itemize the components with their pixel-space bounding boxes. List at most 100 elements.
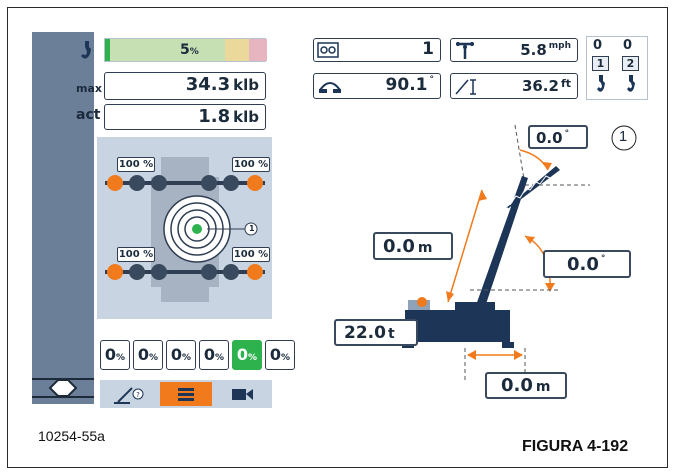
counterweight-box-1[interactable]: 0% (100, 340, 130, 370)
outrigger-percent-front-left: 100 % (117, 157, 155, 172)
diagram-callout-number: 1 (618, 128, 628, 145)
radius-unit: m (535, 379, 551, 395)
boom-length-readout: 0.0 m (383, 236, 432, 257)
boom-length-value: 0.0 (383, 236, 415, 257)
hoist-2-count: 0 (623, 38, 633, 53)
figure-label: FIGURA 4-192 (522, 438, 629, 455)
actual-load-field: 1.8 klb (104, 104, 266, 130)
hoist-2-number: 2 (622, 56, 639, 71)
load-percent-unit: % (189, 47, 199, 57)
list-icon (178, 388, 194, 401)
level-callout-number: 1 (249, 224, 255, 233)
outrigger-pad-rear-left[interactable] (107, 264, 123, 280)
reeving-icon (317, 42, 339, 58)
counterweight-4-unit: % (215, 353, 225, 363)
reeving-value: 1 (422, 39, 434, 59)
counterweight-5-value: 0 (236, 345, 249, 364)
hoist-selector[interactable]: 0 0 1 2 (586, 36, 648, 100)
act-label: act (76, 107, 101, 123)
load-percent-readout: 5% (180, 42, 199, 58)
boom-length-box: 0.0 m (373, 232, 453, 260)
counterweight-mass-unit: t (387, 326, 395, 342)
radius-value: 0.0 (501, 375, 533, 396)
counterweight-mass-box: 22.0 t (334, 319, 418, 346)
counterweight-mass-value: 22.0 (344, 323, 386, 343)
outrigger-pad-front-left[interactable] (107, 175, 123, 191)
counterweight-5-unit: % (248, 353, 258, 363)
hoist-2-hook-icon (627, 75, 635, 92)
boom-angle-box: 0.0 ° (543, 250, 631, 278)
counterweight-box-4[interactable]: 0% (199, 340, 229, 370)
outrigger-panel: 1 100 % 100 % 100 % 100 % (97, 137, 272, 319)
load-warning-zone (225, 39, 249, 61)
boom-angle-value: 0.0 (567, 254, 599, 275)
actual-load-unit: klb (233, 108, 259, 126)
load-percentage-bar: 5% (104, 38, 267, 62)
slew-angle-readout: 90.1 ° (386, 75, 434, 95)
counterweight-6-unit: % (281, 353, 291, 363)
slew-angle-value: 90.1 (385, 75, 428, 95)
hoist-1-count: 0 (593, 38, 603, 53)
max-label: max (76, 82, 102, 95)
counterweight-3-unit: % (182, 353, 192, 363)
jib-angle-readout: 0.0 ° (536, 129, 569, 147)
radius-box: 0.0 m (485, 372, 567, 399)
hoist-1-number: 1 (592, 56, 609, 71)
carrier-outline-icon[interactable] (32, 372, 94, 404)
tip-height-icon (455, 79, 476, 95)
tip-height-unit: ft (560, 77, 571, 90)
counterweight-1-value: 0 (104, 345, 117, 364)
wind-speed-value: 5.8 (520, 41, 547, 59)
actual-load-readout: 1.8 klb (198, 106, 259, 127)
tab-boom-help[interactable]: ? (104, 382, 156, 406)
slew-icon (319, 82, 341, 93)
max-load-unit: klb (233, 76, 259, 94)
outrigger-percent-front-right: 100 % (232, 157, 270, 172)
counterweight-4-value: 0 (203, 345, 216, 364)
load-limit-zone (249, 39, 267, 61)
hook-icon (81, 41, 91, 59)
tip-height-readout: 36.2 ft (522, 77, 571, 95)
counterweight-2-unit: % (149, 353, 159, 363)
slew-angle-unit: ° (429, 75, 435, 85)
outrigger-percent-rear-right: 100 % (232, 247, 270, 262)
counterweight-3-value: 0 (170, 345, 183, 364)
boom-help-icon: ? (114, 387, 144, 404)
tip-height-value: 36.2 (521, 77, 559, 95)
wind-speed-unit: mph (548, 41, 571, 51)
tab-camera[interactable] (216, 382, 268, 406)
carrier-graphic (402, 297, 514, 348)
svg-text:?: ? (136, 391, 140, 399)
counterweight-box-3[interactable]: 0% (166, 340, 196, 370)
outrigger-pad-front-right[interactable] (247, 175, 263, 191)
max-load-readout: 34.3 klb (186, 74, 259, 95)
counterweight-mass-readout: 22.0 t (344, 323, 395, 343)
jib-angle-box: 0.0 ° (528, 125, 588, 149)
view-tab-bar: ? (100, 380, 272, 408)
counterweight-1-unit: % (116, 353, 126, 363)
anemometer-icon (456, 42, 474, 59)
max-load-value: 34.3 (185, 74, 231, 95)
tab-list[interactable] (160, 382, 212, 406)
outrigger-pad-rear-right[interactable] (247, 264, 263, 280)
boom-angle-readout: 0.0 ° (567, 254, 605, 275)
load-fill (105, 39, 110, 61)
counterweight-box-6[interactable]: 0% (265, 340, 295, 370)
wind-speed-readout: 5.8 mph (520, 41, 571, 59)
jib-angle-unit: ° (564, 129, 570, 139)
actual-load-value: 1.8 (198, 106, 231, 127)
counterweight-2-value: 0 (137, 345, 150, 364)
counterweight-6-value: 0 (269, 345, 282, 364)
camera-icon (232, 389, 253, 400)
outrigger-percent-rear-left: 100 % (117, 247, 155, 262)
boom-length-unit: m (417, 240, 433, 256)
jib-angle-value: 0.0 (536, 129, 563, 147)
counterweight-box-2[interactable]: 0% (133, 340, 163, 370)
figure-code: 10254-55a (38, 428, 105, 444)
load-percent-value: 5 (180, 42, 190, 58)
boom-angle-unit: ° (600, 254, 606, 264)
hoist-1-hook-icon (597, 75, 605, 92)
boom-graphic (470, 166, 560, 322)
max-load-field: 34.3 klb (104, 72, 266, 100)
counterweight-box-5[interactable]: 0% (232, 340, 262, 370)
